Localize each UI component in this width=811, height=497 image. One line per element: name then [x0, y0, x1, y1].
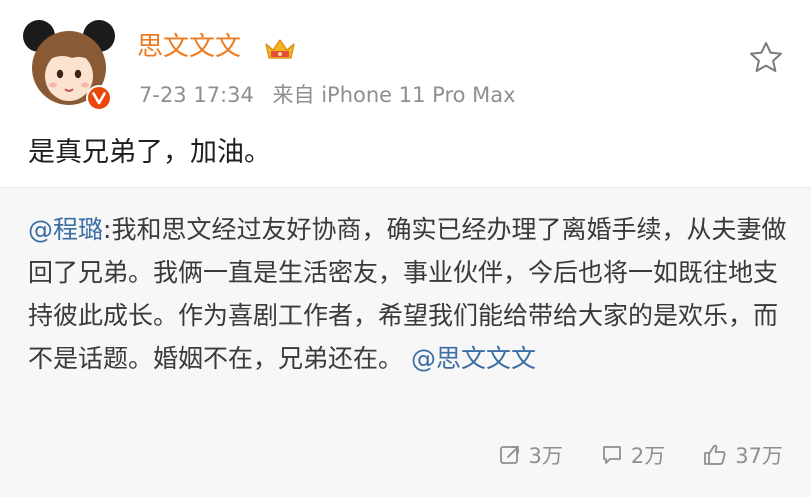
crown-icon	[265, 39, 295, 59]
repost-icon	[499, 446, 519, 464]
mention-link[interactable]: @程璐	[28, 215, 103, 244]
trailing-mention-link[interactable]: @思文文文	[411, 344, 536, 373]
post-timestamp: 7-23 17:34	[139, 83, 254, 107]
repost-count: 3万	[528, 444, 563, 468]
weibo-post-card: 思文文文 7-23 17:34 来自 iPhone 11 Pro Max 是真兄…	[0, 0, 811, 497]
thumbs-up-icon	[704, 444, 726, 465]
quoted-text: @程璐:我和思文经过友好协商，确实已经办理了离婚手续，从夫妻做回了兄弟。我俩一直…	[28, 208, 788, 380]
repost-button[interactable]: 3万	[499, 440, 563, 470]
comment-button[interactable]: 2万	[601, 440, 665, 470]
like-button[interactable]: 37万	[703, 440, 783, 470]
like-count: 37万	[735, 444, 783, 468]
action-bar: 3万 2万 37万	[461, 440, 783, 470]
post-meta: 7-23 17:34 来自 iPhone 11 Pro Max	[139, 80, 516, 110]
quoted-post[interactable]: @程璐:我和思文经过友好协商，确实已经办理了离婚手续，从夫妻做回了兄弟。我俩一直…	[0, 187, 811, 497]
author-name[interactable]: 思文文文	[137, 30, 241, 64]
post-source: 来自 iPhone 11 Pro Max	[272, 83, 516, 107]
post-text: 是真兄弟了，加油。	[28, 137, 271, 168]
comment-icon	[602, 446, 621, 464]
quoted-body: 我和思文经过友好协商，确实已经办理了离婚手续，从夫妻做回了兄弟。我俩一直是生活密…	[28, 215, 787, 373]
verified-v-icon	[86, 85, 112, 111]
comment-count: 2万	[630, 444, 666, 468]
star-icon[interactable]	[748, 40, 784, 74]
